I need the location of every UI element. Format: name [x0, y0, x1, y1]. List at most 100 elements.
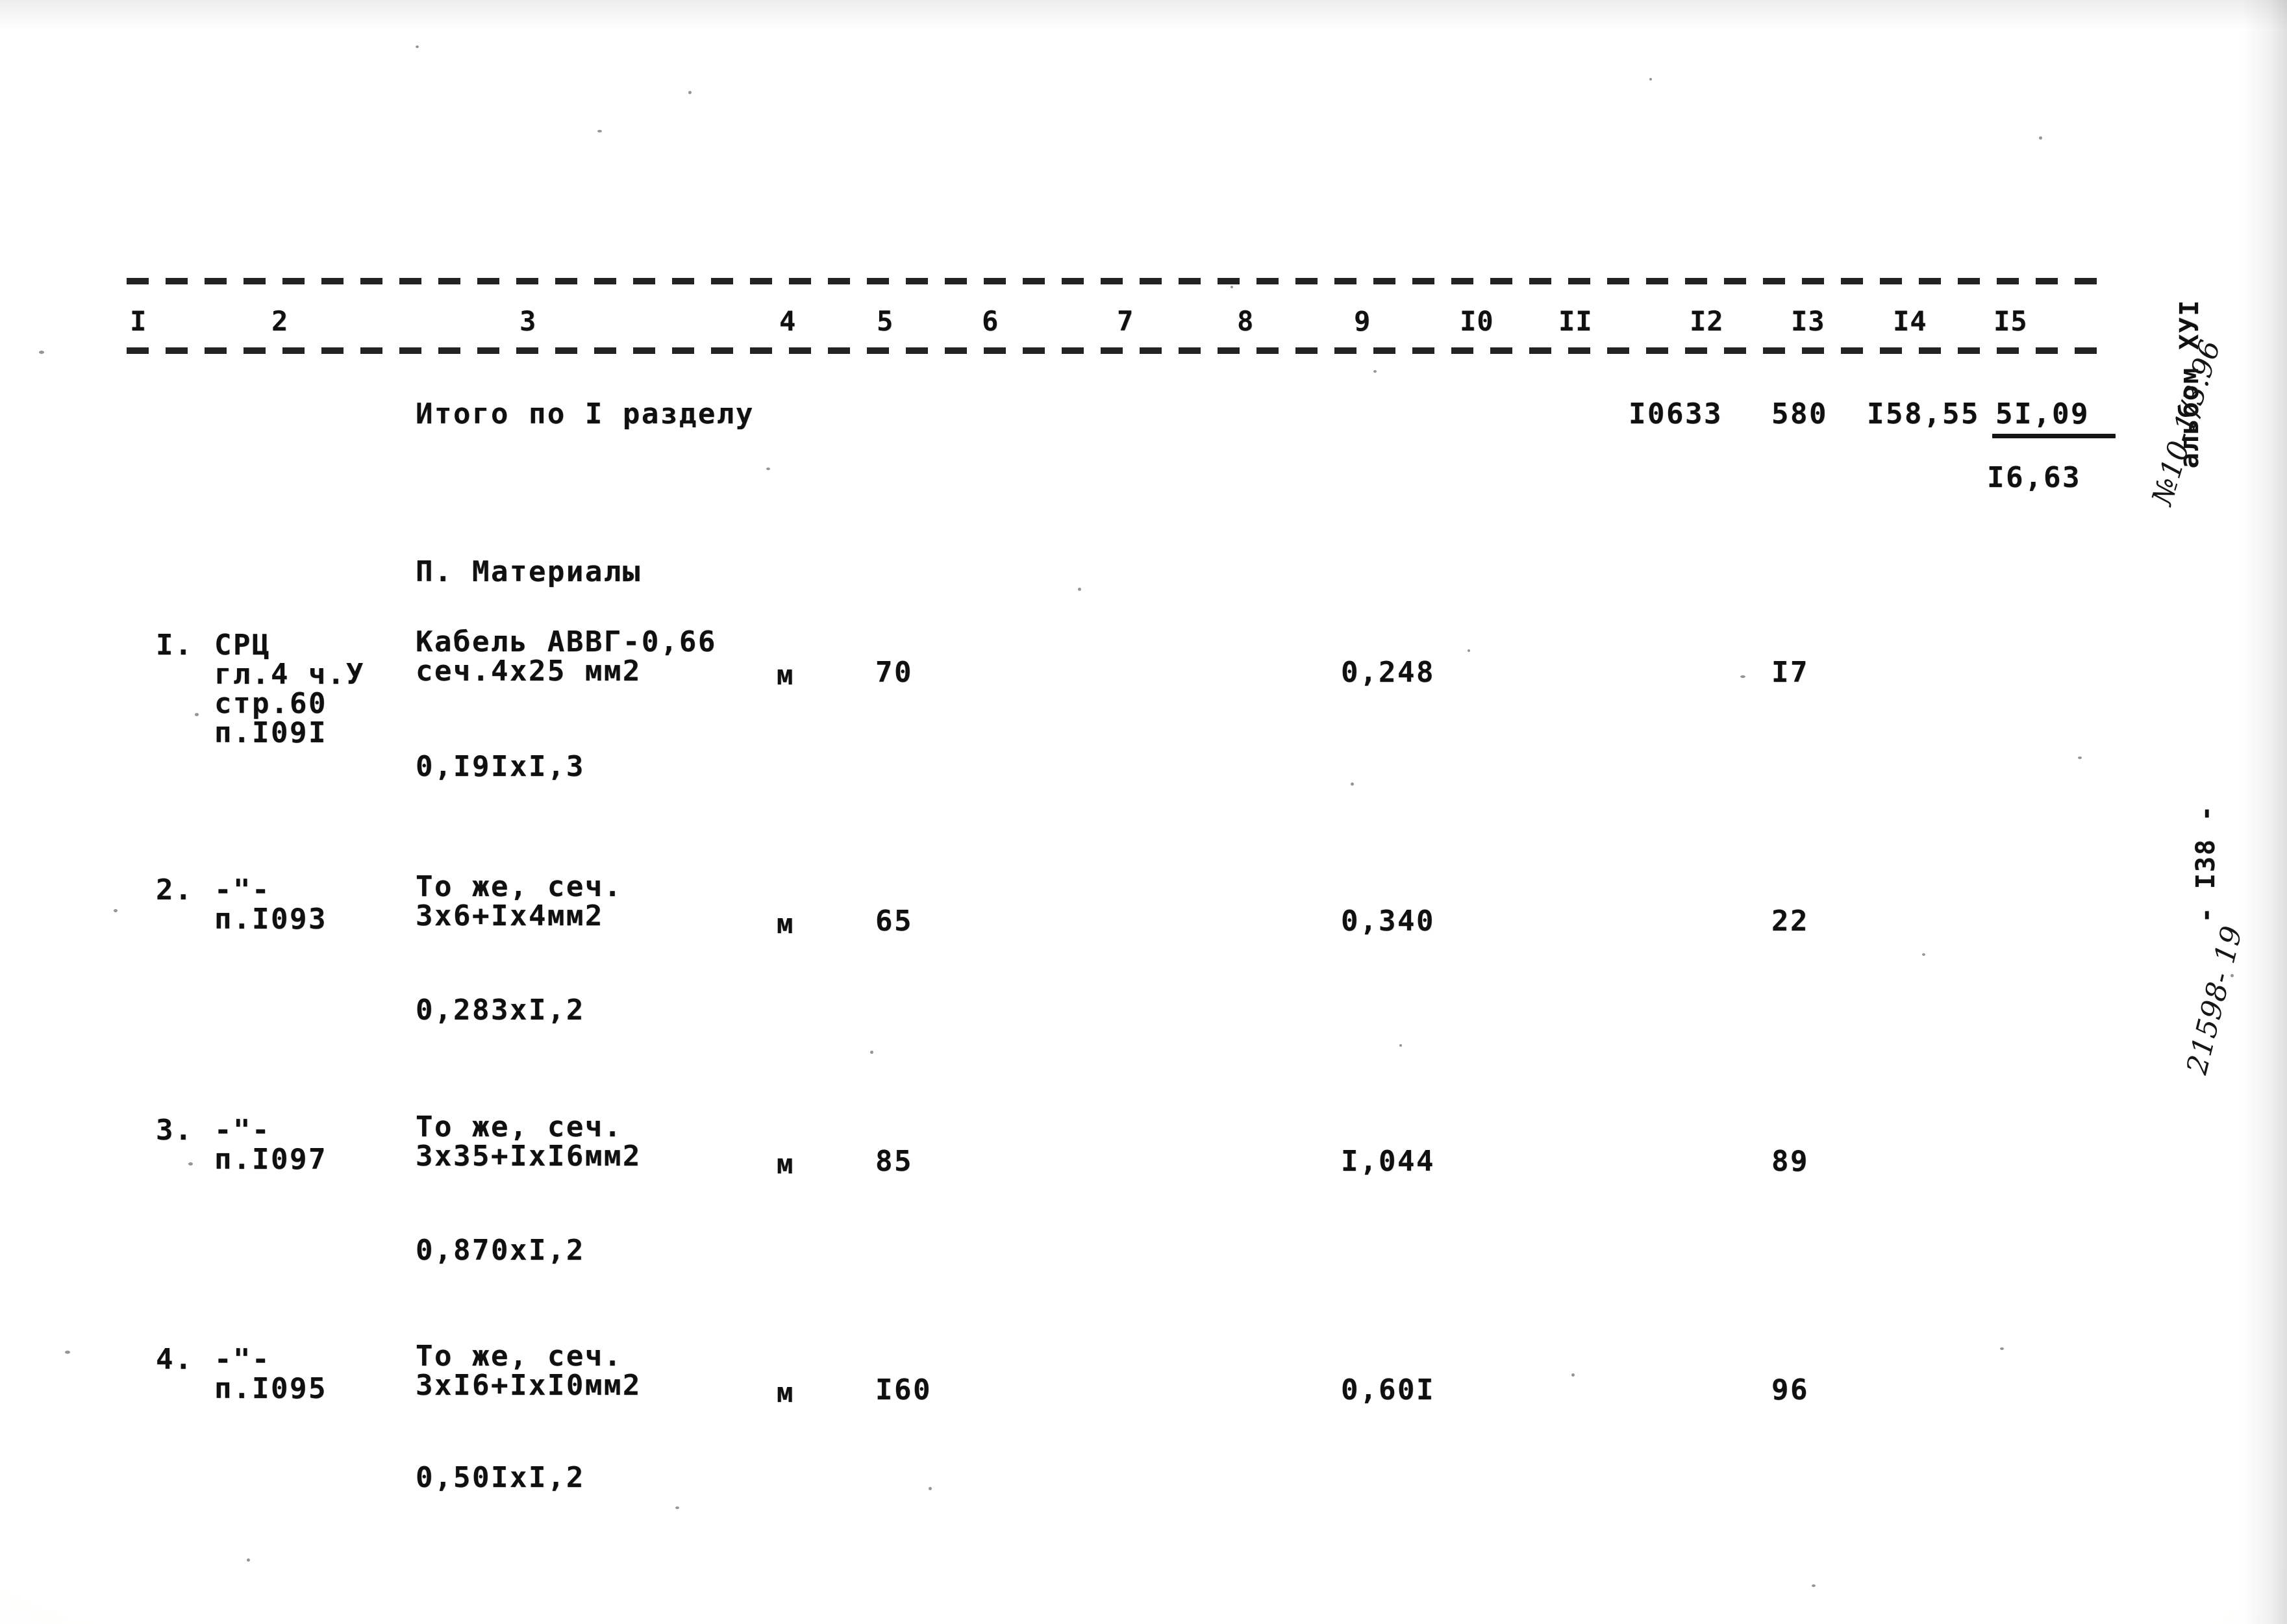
scan-speck — [114, 909, 118, 912]
scan-speck — [1740, 675, 1745, 678]
scan-speck — [1373, 370, 1377, 373]
row-4-quantity: I60 — [875, 1373, 932, 1406]
row-2-calculation: 0,283хI,2 — [416, 993, 585, 1027]
row-4-desc-line-1: То же, сеч. — [416, 1340, 623, 1373]
row-4-calculation: 0,50IxI,2 — [416, 1461, 585, 1494]
scan-speck — [1571, 1373, 1575, 1377]
row-2-source-line-2: п.I093 — [214, 903, 327, 936]
column-number-6: 6 — [982, 305, 999, 337]
row-2-col13-value: 22 — [1771, 905, 1809, 938]
row-2-desc-line-2: 3х6+Iх4мм2 — [416, 899, 604, 932]
row-1-number: I. — [156, 629, 194, 662]
scan-speck — [870, 1051, 873, 1054]
summary-col15-value: 5I,09 — [1995, 397, 2090, 431]
row-3-quantity: 85 — [875, 1145, 913, 1178]
column-number-11: II — [1558, 305, 1593, 337]
column-number-7: 7 — [1117, 305, 1134, 337]
scan-speck — [1078, 588, 1081, 591]
row-3-desc-line-1: То же, сеч. — [416, 1110, 623, 1143]
column-number-3: 3 — [519, 305, 537, 337]
scan-speck — [597, 130, 602, 132]
row-3-unit: м — [777, 1148, 795, 1180]
row-1-desc-line-2: сеч.4х25 мм2 — [416, 655, 642, 688]
row-3-source-line-1: -"- — [214, 1114, 271, 1147]
scan-speck — [688, 91, 692, 94]
column-number-15: I5 — [1993, 305, 2028, 337]
column-number-9: 9 — [1354, 305, 1371, 337]
scan-speck — [416, 45, 419, 48]
summary-row-label: Итого по I разделу — [416, 397, 755, 431]
row-1-quantity: 70 — [875, 656, 913, 689]
summary-col13-value: 580 — [1771, 397, 1828, 431]
scan-edge-shading-top — [0, 0, 2287, 30]
scan-speck — [2078, 756, 2082, 759]
row-2-source-line-1: -"- — [214, 873, 271, 906]
archive-handwritten-note: 21598- 19 — [2162, 919, 2261, 1105]
scan-speck — [1468, 649, 1470, 652]
album-handwritten-note: №10-1/3.96 — [2127, 332, 2239, 536]
scan-speck — [65, 1351, 70, 1354]
row-3-col9-value: I,044 — [1341, 1145, 1435, 1178]
column-number-13: I3 — [1791, 305, 1825, 337]
row-3-col13-value: 89 — [1771, 1145, 1809, 1178]
scan-speck — [2000, 1347, 2004, 1350]
table-rule-top — [127, 278, 2097, 284]
row-4-desc-line-2: 3хI6+IхI0мм2 — [416, 1369, 642, 1402]
summary-col14-value: I58,55 — [1867, 397, 1980, 431]
section-heading: П. Материалы — [416, 555, 642, 588]
scan-speck — [1231, 286, 1233, 288]
row-3-source-line-2: п.I097 — [214, 1143, 327, 1176]
scan-speck — [247, 1558, 250, 1562]
row-3-desc-line-2: 3х35+IхI6мм2 — [416, 1140, 642, 1173]
scan-speck — [929, 1487, 932, 1490]
row-1-unit: м — [777, 659, 795, 691]
column-number-4: 4 — [779, 305, 797, 337]
row-4-col13-value: 96 — [1771, 1373, 1809, 1406]
scan-speck — [766, 468, 770, 470]
row-4-source-line-1: -"- — [214, 1343, 271, 1376]
page-number-text: - I38 - — [2191, 804, 2221, 923]
scan-speck — [2039, 136, 2042, 140]
scan-speck — [1812, 1584, 1816, 1587]
row-2-desc-line-1: То же, сеч. — [416, 870, 623, 903]
row-2-unit: м — [777, 908, 795, 940]
row-4-number: 4. — [156, 1343, 194, 1376]
scan-speck — [2231, 974, 2234, 977]
row-1-source-line-2: гл.4 ч.У — [214, 658, 365, 691]
row-4-source-line-2: п.I095 — [214, 1372, 327, 1405]
row-1-col9-value: 0,248 — [1341, 656, 1435, 689]
scanned-page: I 2 3 4 5 6 7 8 9 I0 II I2 I3 I4 I5 Итог… — [0, 0, 2287, 1624]
column-number-5: 5 — [877, 305, 894, 337]
row-2-number: 2. — [156, 873, 194, 906]
row-1-desc-line-1: Кабель АВВГ-0,66 — [416, 625, 717, 658]
column-number-14: I4 — [1893, 305, 1927, 337]
row-3-number: 3. — [156, 1114, 194, 1147]
table-rule-bottom — [127, 347, 2101, 354]
row-1-calculation: 0,I9IxI,3 — [416, 750, 585, 783]
scan-speck — [675, 1506, 679, 1509]
row-4-col9-value: 0,60I — [1341, 1373, 1435, 1406]
row-2-quantity: 65 — [875, 905, 913, 938]
row-4-unit: м — [777, 1377, 795, 1408]
row-1-source-line-3: стр.60 — [214, 687, 327, 720]
row-1-col13-value: I7 — [1771, 656, 1809, 689]
column-number-1: I — [130, 305, 147, 337]
row-2-col9-value: 0,340 — [1341, 905, 1435, 938]
summary-col15-second-value: I6,63 — [1987, 461, 2081, 494]
scan-edge-shading-right — [2242, 0, 2287, 1624]
scan-speck — [1649, 78, 1652, 81]
scan-speck — [1399, 1044, 1402, 1047]
row-3-calculation: 0,870хI,2 — [416, 1234, 585, 1267]
summary-col12-value: I0633 — [1629, 397, 1723, 431]
column-number-10: I0 — [1460, 305, 1494, 337]
scan-speck — [188, 1162, 193, 1166]
column-number-2: 2 — [271, 305, 289, 337]
scan-speck — [1922, 953, 1925, 956]
row-1-source-line-1: СРЦ — [214, 629, 271, 662]
row-1-source-line-4: п.I09I — [214, 716, 327, 749]
column-number-12: I2 — [1690, 305, 1724, 337]
column-number-8: 8 — [1237, 305, 1255, 337]
scan-speck — [195, 713, 199, 716]
summary-col15-underline — [1992, 434, 2116, 438]
scan-speck — [1351, 782, 1354, 786]
